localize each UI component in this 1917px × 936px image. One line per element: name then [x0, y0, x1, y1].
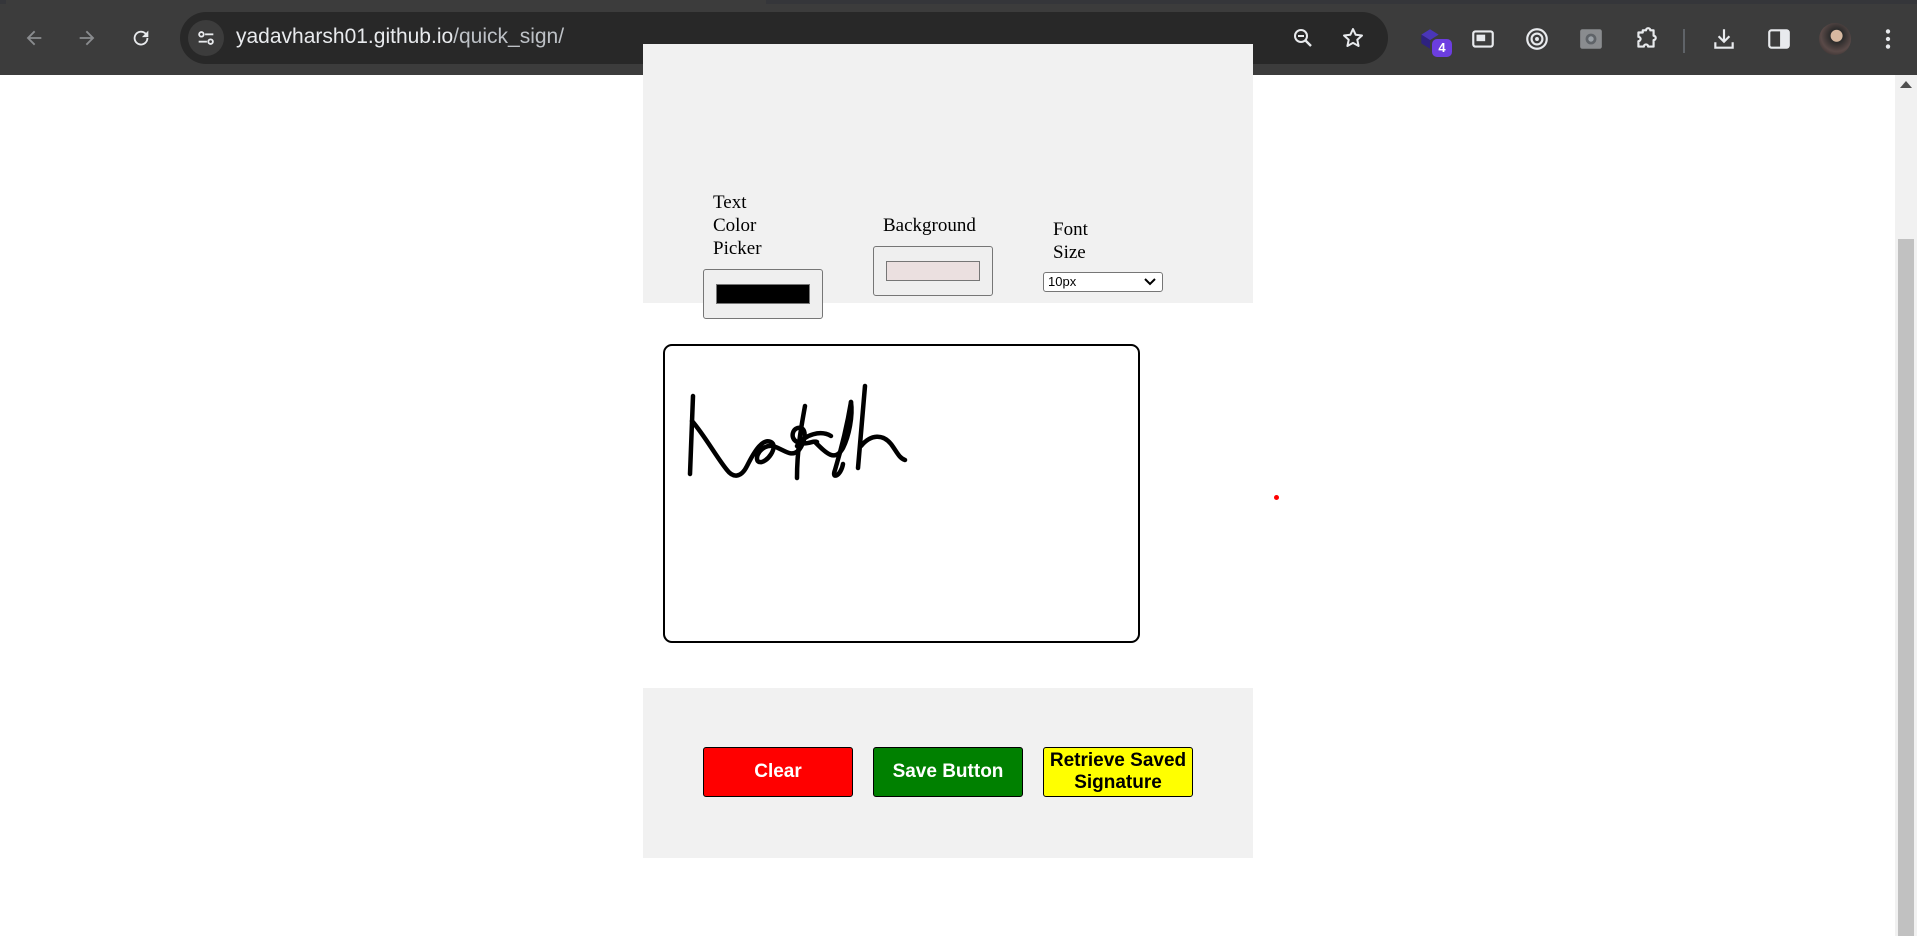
text-color-label: Text Color Picker: [713, 191, 762, 260]
text-color-label-line-3: Picker: [713, 238, 762, 259]
reload-icon[interactable]: [127, 24, 155, 52]
extension-badge: 4: [1432, 39, 1452, 57]
zoom-icon[interactable]: [1290, 25, 1316, 51]
back-arrow-icon[interactable]: [20, 24, 48, 52]
picture-in-picture-icon[interactable]: [1469, 25, 1497, 53]
red-dot-marker: [1274, 495, 1279, 500]
text-color-picker[interactable]: [703, 269, 823, 319]
background-label: Background: [883, 215, 976, 236]
signature-stroke: [687, 383, 908, 481]
vertical-scrollbar[interactable]: [1895, 75, 1917, 936]
font-size-value: 10px: [1048, 274, 1077, 289]
signature-canvas[interactable]: [663, 344, 1140, 643]
side-panel-icon[interactable]: [1765, 25, 1793, 53]
download-icon[interactable]: [1710, 25, 1738, 53]
url-path: /quick_sign/: [453, 25, 565, 48]
save-button[interactable]: Save Button: [873, 747, 1023, 797]
retrieve-saved-signature-button[interactable]: Retrieve Saved Signature: [1043, 747, 1193, 797]
font-size-label-line-1: Font: [1053, 219, 1088, 240]
site-info-icon[interactable]: [188, 20, 224, 56]
text-color-swatch-fill: [716, 284, 810, 304]
target-icon[interactable]: [1523, 25, 1551, 53]
font-size-select[interactable]: 10px: [1043, 272, 1163, 292]
forward-arrow-icon[interactable]: [73, 24, 101, 52]
background-color-picker[interactable]: [873, 246, 993, 296]
background-color-swatch-fill: [886, 261, 980, 281]
url-text[interactable]: yadavharsh01.github.io/quick_sign/: [236, 25, 564, 49]
url-host: yadavharsh01.github.io: [236, 25, 454, 48]
chevron-down-icon: [1144, 278, 1156, 286]
toolbar-divider: [1683, 29, 1685, 53]
text-color-label-line-1: Text: [713, 192, 747, 213]
camera-icon[interactable]: [1577, 25, 1605, 53]
font-size-label-line-2: Size: [1053, 242, 1086, 263]
clear-button[interactable]: Clear: [703, 747, 853, 797]
profile-avatar[interactable]: [1819, 23, 1851, 55]
scroll-up-arrow-icon[interactable]: [1900, 81, 1912, 88]
bookmark-star-icon[interactable]: [1340, 25, 1366, 51]
extension-icon[interactable]: 4: [1416, 25, 1452, 57]
kebab-menu-icon[interactable]: [1874, 25, 1902, 53]
text-color-label-line-2: Color: [713, 215, 757, 236]
font-size-label: Font Size: [1053, 218, 1088, 264]
puzzle-icon[interactable]: [1632, 25, 1660, 53]
scroll-thumb[interactable]: [1898, 239, 1914, 936]
